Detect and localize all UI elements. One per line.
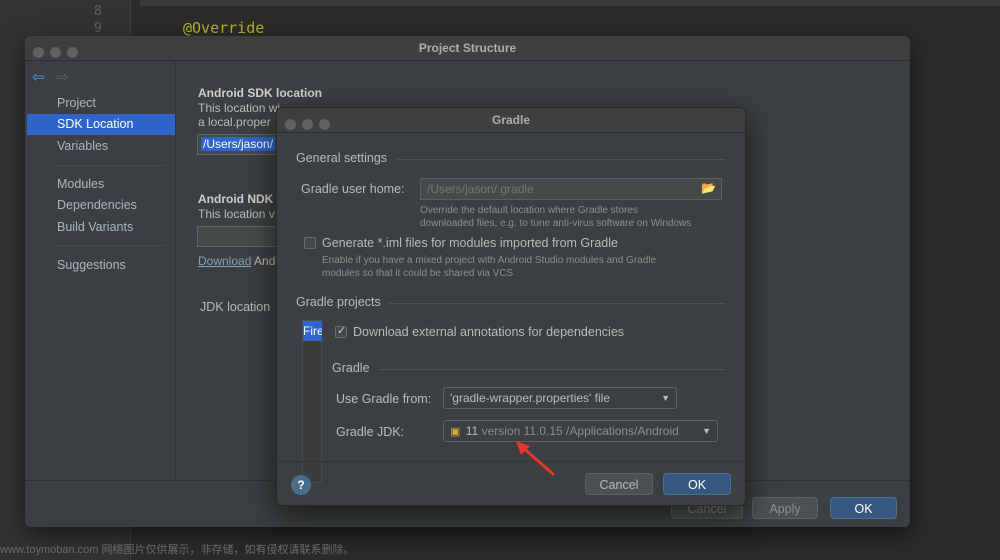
sidebar-item-project[interactable]: Project xyxy=(27,93,175,114)
gradle-projects-heading: Gradle projects xyxy=(296,295,381,309)
code-annotation-line: @Override xyxy=(183,19,265,37)
forward-arrow-icon[interactable]: ⇨ xyxy=(56,68,69,86)
zoom-window-button[interactable] xyxy=(67,47,78,58)
sdk-path-field[interactable]: /Users/jason/ xyxy=(197,134,279,155)
download-ndk-suffix: And xyxy=(254,254,276,268)
sdk-location-heading: Android SDK location xyxy=(198,86,322,100)
gradle-cancel-button[interactable]: Cancel xyxy=(585,473,653,495)
gradle-project-item[interactable]: Fire xyxy=(303,321,322,341)
chevron-down-icon: ▼ xyxy=(661,393,670,403)
close-window-button[interactable] xyxy=(285,119,296,130)
line-number: 9 xyxy=(94,21,102,36)
gradle-user-home-value: /Users/jason/.gradle xyxy=(427,182,534,196)
gradle-jdk-version: 11 xyxy=(465,424,479,438)
sidebar-item-variables[interactable]: Variables xyxy=(27,136,175,157)
gradle-user-home-label: Gradle user home: xyxy=(301,182,405,196)
sdk-location-description-2: a local.proper xyxy=(198,115,271,129)
ndk-download-row: Download And xyxy=(198,254,275,268)
download-annotations-label[interactable]: Download external annotations for depend… xyxy=(353,325,624,339)
sidebar-divider xyxy=(55,165,165,166)
generate-iml-help: Enable if you have a mixed project with … xyxy=(322,255,657,266)
sidebar-item-suggestions[interactable]: Suggestions xyxy=(27,255,175,276)
gradle-jdk-label: Gradle JDK: xyxy=(336,425,405,439)
zoom-window-button[interactable] xyxy=(319,119,330,130)
chevron-down-icon: ▼ xyxy=(698,421,711,441)
sidebar-divider xyxy=(55,245,165,246)
gradle-user-home-field[interactable]: /Users/jason/.gradle 📂 xyxy=(420,178,722,200)
gradle-user-home-help: Override the default location where Grad… xyxy=(420,205,638,216)
generate-iml-help-2: modules so that it could be shared via V… xyxy=(322,268,514,279)
sidebar-item-sdk-location[interactable]: SDK Location xyxy=(27,114,175,135)
section-divider xyxy=(397,159,725,160)
sidebar-item-dependencies[interactable]: Dependencies xyxy=(27,195,175,216)
window-controls xyxy=(285,114,336,138)
watermark-text: www.toymoban.com 网络图片仅供展示，非存储，如有侵权请联系删除。 xyxy=(0,544,355,556)
sidebar-item-build-variants[interactable]: Build Variants xyxy=(27,217,175,238)
footer-divider xyxy=(277,461,745,462)
minimize-window-button[interactable] xyxy=(302,119,313,130)
use-gradle-from-dropdown[interactable]: 'gradle-wrapper.properties' file ▼ xyxy=(443,387,677,409)
generate-iml-checkbox[interactable] xyxy=(304,237,316,249)
line-number: 8 xyxy=(94,4,102,19)
gradle-dialog-titlebar: Gradle xyxy=(277,108,745,133)
ndk-location-description: This location v xyxy=(198,207,275,221)
sidebar-item-modules[interactable]: Modules xyxy=(27,174,175,195)
gradle-projects-list[interactable]: Fire xyxy=(302,320,322,483)
project-structure-sidebar: ⇦ ⇨ Project SDK Location Variables Modul… xyxy=(25,61,176,479)
gradle-ok-button[interactable]: OK xyxy=(663,473,731,495)
gradle-settings-dialog: Gradle General settings Gradle user home… xyxy=(276,107,746,506)
annotation-arrow xyxy=(516,441,555,476)
dialog-title: Gradle xyxy=(491,113,530,127)
back-arrow-icon[interactable]: ⇦ xyxy=(32,68,45,86)
section-divider xyxy=(379,369,725,370)
ok-button[interactable]: OK xyxy=(830,497,897,519)
sdk-path-value: /Users/jason/ xyxy=(201,137,276,151)
download-ndk-link[interactable]: Download xyxy=(198,254,251,268)
gradle-user-home-help-2: downloaded files, e.g. to tune anti-viru… xyxy=(420,218,692,229)
jdk-folder-icon: ▣ xyxy=(450,426,461,438)
sdk-location-description: This location wi xyxy=(198,101,281,115)
close-window-button[interactable] xyxy=(33,47,44,58)
gradle-jdk-detail: version 11.0.15 /Applications/Android xyxy=(481,424,679,438)
apply-button[interactable]: Apply xyxy=(752,497,818,519)
general-settings-heading: General settings xyxy=(296,151,388,165)
section-divider xyxy=(389,303,725,304)
gradle-section-heading: Gradle xyxy=(332,361,370,375)
gradle-jdk-dropdown[interactable]: ▣ 11 version 11.0.15 /Applications/Andro… xyxy=(443,420,718,442)
download-annotations-checkbox[interactable] xyxy=(335,324,347,338)
editor-top-strip xyxy=(140,0,1000,6)
ndk-path-field[interactable] xyxy=(197,226,279,247)
folder-browse-icon[interactable]: 📂 xyxy=(701,181,716,195)
help-icon[interactable]: ? xyxy=(291,475,311,495)
generate-iml-label[interactable]: Generate *.iml files for modules importe… xyxy=(322,236,618,250)
use-gradle-from-value: 'gradle-wrapper.properties' file xyxy=(450,391,610,405)
minimize-window-button[interactable] xyxy=(50,47,61,58)
window-title: Project Structure xyxy=(418,41,517,55)
use-gradle-from-label: Use Gradle from: xyxy=(336,392,432,406)
jdk-location-label: JDK location xyxy=(200,300,271,314)
ndk-location-heading: Android NDK xyxy=(198,192,274,206)
project-structure-titlebar: Project Structure xyxy=(25,36,910,61)
